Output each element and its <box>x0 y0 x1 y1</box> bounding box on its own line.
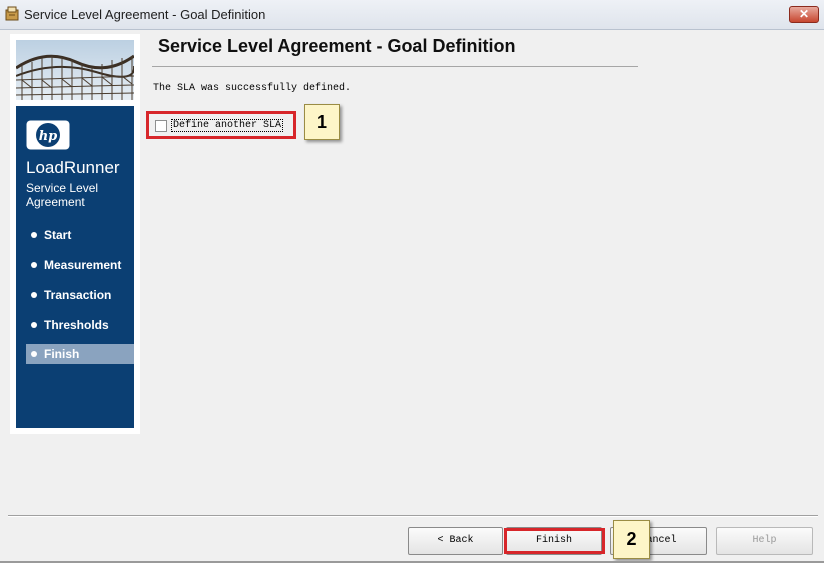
svg-text:hp: hp <box>39 129 58 144</box>
step-bullet-icon <box>31 292 37 298</box>
footer-divider-highlight <box>8 516 818 517</box>
help-button: Help <box>716 527 813 555</box>
step-bullet-icon <box>31 262 37 268</box>
hp-logo-icon: hp <box>26 120 70 150</box>
step-label: Start <box>44 228 72 242</box>
wizard-name: Service Level Agreement <box>26 181 99 209</box>
roller-coaster-image <box>16 40 134 100</box>
page-heading: Service Level Agreement - Goal Definitio… <box>158 36 516 56</box>
back-button[interactable]: < Back <box>408 527 503 555</box>
wizard-sidebar: hp LoadRunner Service Level Agreement St… <box>10 34 140 434</box>
step-label: Thresholds <box>44 318 109 332</box>
callout-badge-2: 2 <box>613 520 650 559</box>
product-name: LoadRunner <box>26 158 120 177</box>
step-thresholds: Thresholds <box>26 316 134 334</box>
step-transaction: Transaction <box>26 286 134 304</box>
step-start: Start <box>26 226 134 244</box>
wizard-app-icon <box>5 6 19 21</box>
step-finish: Finish <box>26 344 134 364</box>
heading-divider <box>152 66 638 67</box>
callout-badge-1: 1 <box>304 104 340 140</box>
step-label: Finish <box>44 347 80 361</box>
title-bar: Service Level Agreement - Goal Definitio… <box>0 0 824 30</box>
step-bullet-icon <box>31 232 37 238</box>
step-label: Measurement <box>44 258 122 272</box>
step-label: Transaction <box>44 288 112 302</box>
step-measurement: Measurement <box>26 256 134 274</box>
window-title: Service Level Agreement - Goal Definitio… <box>24 7 266 22</box>
success-message: The SLA was successfully defined. <box>153 83 352 94</box>
close-button[interactable]: ✕ <box>789 6 819 23</box>
step-bullet-icon <box>31 351 37 357</box>
callout-highlight-1 <box>146 111 296 139</box>
callout-highlight-2 <box>504 528 605 554</box>
hp-brand-panel: hp LoadRunner Service Level Agreement St… <box>16 106 134 428</box>
step-bullet-icon <box>31 322 37 328</box>
